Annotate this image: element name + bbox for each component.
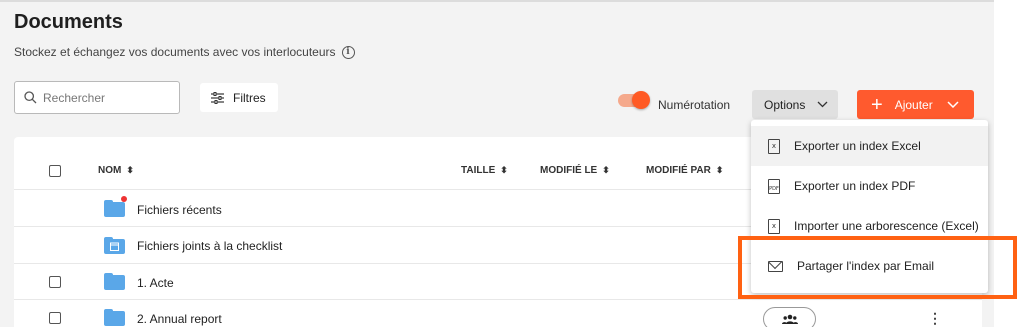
highlight-box xyxy=(738,236,1017,299)
chevron-down-icon xyxy=(817,101,828,108)
menu-item-export-pdf[interactable]: PDF Exporter un index PDF xyxy=(751,166,988,206)
row-name: Fichiers récents xyxy=(137,203,222,217)
select-all-checkbox[interactable] xyxy=(49,165,61,177)
column-modified-by[interactable]: MODIFIÉ PAR ⬍ xyxy=(646,152,723,189)
column-name[interactable]: NOM ⬍ xyxy=(98,152,134,189)
options-label: Options xyxy=(764,97,806,112)
add-label: Ajouter xyxy=(894,97,933,112)
page-subtitle: Stockez et échangez vos documents avec v… xyxy=(14,45,355,59)
row-checkbox[interactable] xyxy=(49,312,61,324)
options-button[interactable]: Options xyxy=(752,90,838,119)
plus-icon: + xyxy=(871,93,883,116)
search-box[interactable] xyxy=(14,81,180,114)
table-row[interactable]: 2. Annual report xyxy=(14,300,982,327)
column-size[interactable]: TAILLE ⬍ xyxy=(461,152,508,189)
column-size-label: TAILLE xyxy=(461,165,496,176)
row-checkbox[interactable] xyxy=(49,276,61,288)
folder-calendar-icon xyxy=(104,237,125,254)
column-name-label: NOM xyxy=(98,165,122,176)
menu-item-label: Importer une arborescence (Excel) xyxy=(794,219,979,233)
add-button[interactable]: + Ajouter xyxy=(857,90,974,119)
sliders-icon xyxy=(211,91,224,104)
search-icon xyxy=(24,91,37,104)
pdf-file-icon: PDF xyxy=(768,178,780,194)
share-users-button[interactable] xyxy=(763,307,816,327)
subtitle-text: Stockez et échangez vos documents avec v… xyxy=(14,45,336,59)
folder-icon xyxy=(104,309,125,326)
toggle-knob xyxy=(632,91,650,109)
toggle-track xyxy=(618,91,650,109)
filters-label: Filtres xyxy=(233,90,266,105)
excel-file-icon: x xyxy=(768,138,780,154)
excel-file-icon: x xyxy=(768,218,780,234)
sort-icon: ⬍ xyxy=(126,165,134,175)
info-icon[interactable]: i xyxy=(341,45,355,59)
row-name: 2. Annual report xyxy=(137,312,222,326)
menu-item-export-excel[interactable]: x Exporter un index Excel xyxy=(751,126,988,166)
menu-item-label: Exporter un index PDF xyxy=(794,179,916,193)
top-divider xyxy=(0,0,994,2)
numbering-label: Numérotation xyxy=(658,98,731,112)
row-name: Fichiers joints à la checklist xyxy=(137,239,283,253)
menu-item-label: Exporter un index Excel xyxy=(794,139,921,153)
column-modified-by-label: MODIFIÉ PAR xyxy=(646,165,711,176)
folder-icon xyxy=(104,273,125,290)
page-title: Documents xyxy=(14,11,123,33)
more-options-icon[interactable]: ⋮ xyxy=(928,311,942,325)
users-icon xyxy=(781,314,798,324)
numbering-toggle[interactable] xyxy=(618,91,650,109)
sort-icon: ⬍ xyxy=(500,165,508,175)
sort-icon: ⬍ xyxy=(715,165,724,175)
search-input[interactable] xyxy=(43,90,173,105)
column-modified-date-label: MODIFIÉ LE xyxy=(540,165,598,176)
sort-icon: ⬍ xyxy=(602,165,610,175)
chevron-down-icon xyxy=(947,101,959,108)
row-name: 1. Acte xyxy=(137,276,174,290)
filters-button[interactable]: Filtres xyxy=(200,83,278,112)
notification-dot xyxy=(121,196,127,202)
folder-recent-icon xyxy=(104,196,127,217)
column-modified-date[interactable]: MODIFIÉ LE ⬍ xyxy=(540,152,610,189)
